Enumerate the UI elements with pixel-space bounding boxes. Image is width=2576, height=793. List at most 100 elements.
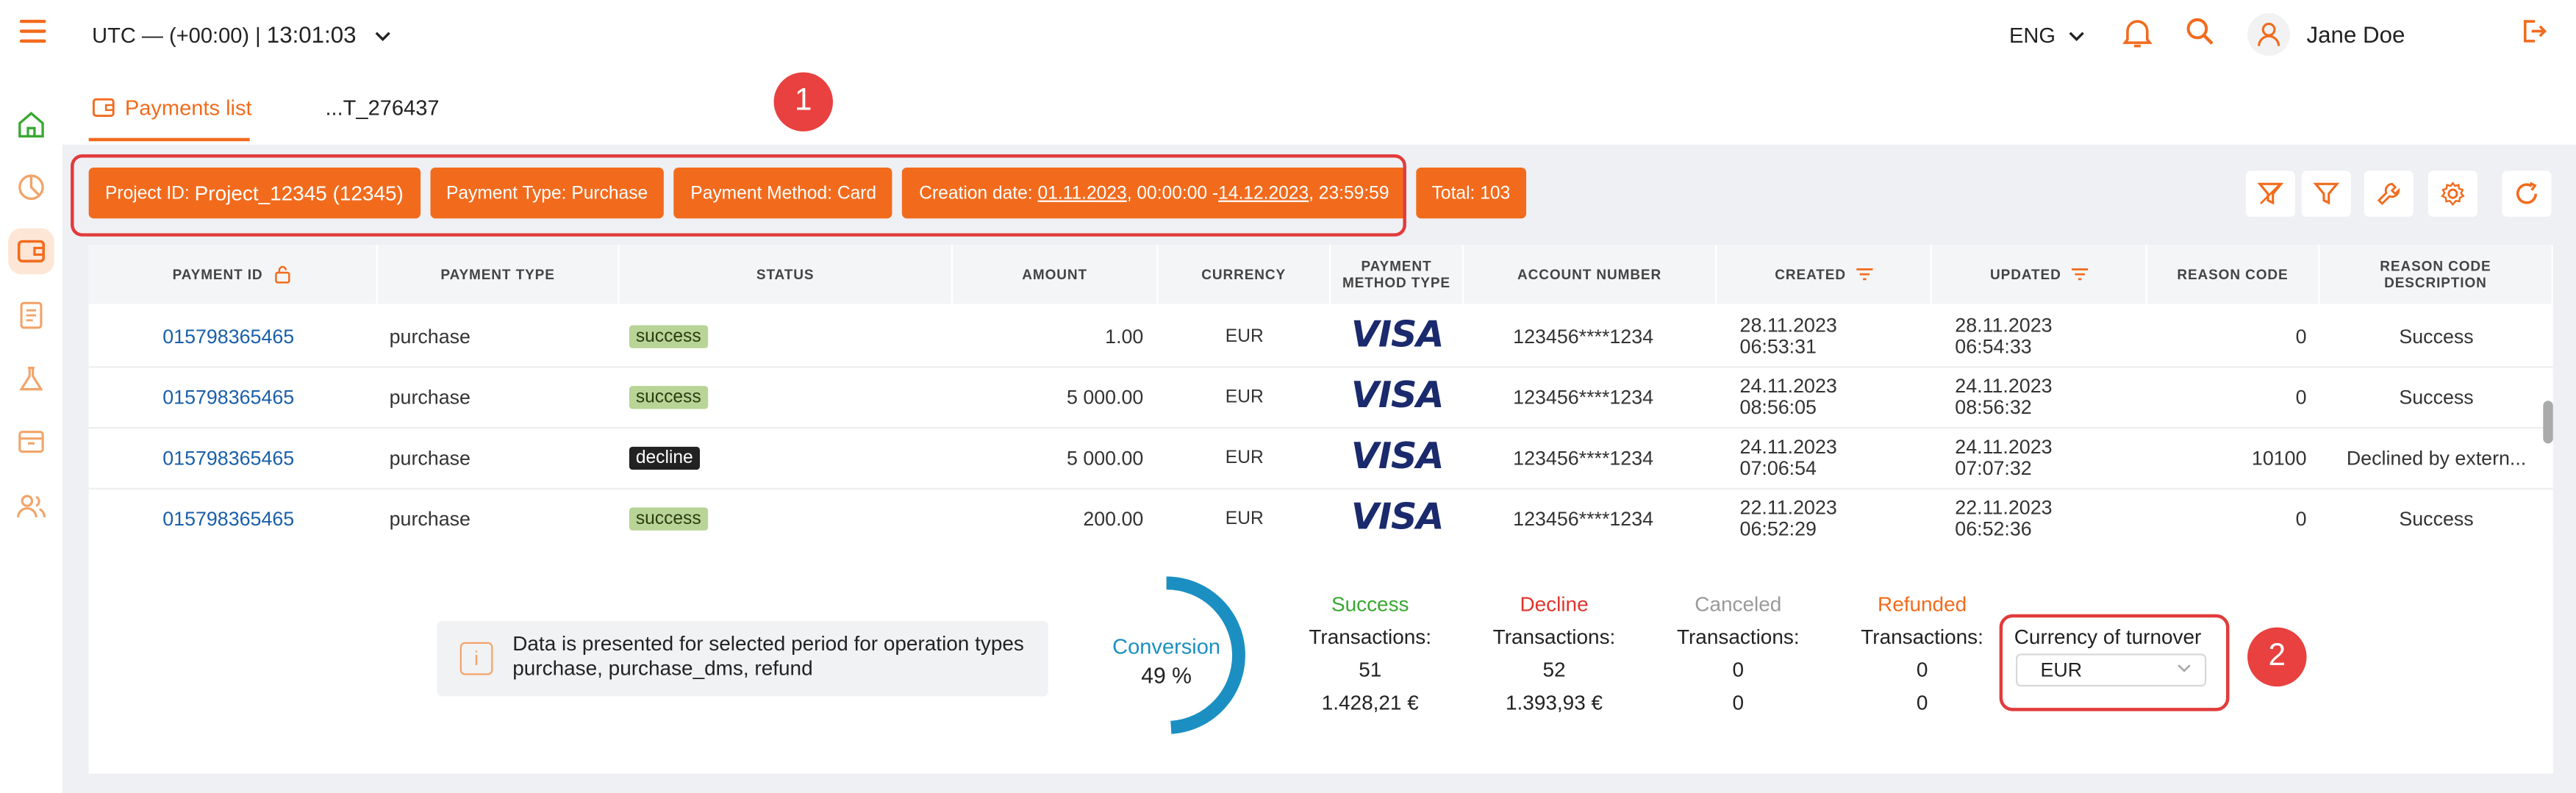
stat-amount: 0: [1732, 691, 1745, 715]
chip-key: Total:: [1431, 183, 1475, 203]
payment-id-link[interactable]: 015798365465: [162, 324, 294, 347]
stat-count: 52: [1542, 659, 1566, 682]
wallet-icon: [92, 98, 115, 117]
column-label: PAYMENT ID: [172, 266, 263, 283]
payment-id-link[interactable]: 015798365465: [162, 506, 294, 529]
tab-transaction[interactable]: ...T_276437: [325, 96, 439, 121]
total-chip: Total: 103: [1415, 167, 1527, 219]
gear-icon: [2441, 182, 2465, 207]
clock: 13:01:03: [266, 21, 357, 48]
language-label: ENG: [2009, 23, 2056, 48]
document-icon: [20, 301, 43, 329]
tab-payments-list[interactable]: Payments list: [92, 95, 252, 121]
lock-icon: [275, 265, 290, 284]
created-date: 22.11.2023: [1739, 495, 1837, 519]
chevron-down-icon: [376, 28, 392, 48]
column-header-payment-method-type[interactable]: PAYMENT METHOD TYPE: [1331, 244, 1464, 304]
filter-clear-icon: [2257, 182, 2284, 205]
sidebar-item-archive[interactable]: [8, 419, 54, 465]
created-time: 08:56:05: [1739, 395, 1817, 418]
updated-time: 07:07:32: [1955, 456, 2032, 479]
payment-id-link[interactable]: 015798365465: [162, 385, 294, 408]
stat-amount: 0: [1916, 691, 1928, 715]
refresh-button[interactable]: [2502, 171, 2552, 217]
status-badge: success: [629, 385, 708, 409]
active-tab-indicator: [88, 137, 250, 142]
stat-count: 51: [1359, 659, 1382, 682]
annotation-badge-2: 2: [2247, 627, 2307, 687]
pie-chart-icon: [18, 174, 44, 201]
tab-label: Payments list: [124, 95, 252, 121]
column-header-reason-code[interactable]: REASON CODE: [2147, 244, 2320, 304]
conversion-label: Conversion: [1112, 634, 1221, 659]
column-header-status[interactable]: STATUS: [619, 244, 954, 304]
top-bar: UTC — (+00:00) | 13:01:03 ENG Jane Doe: [0, 0, 2576, 66]
stat-count: 0: [1732, 659, 1745, 682]
column-header-account-number[interactable]: ACCOUNT NUMBER: [1464, 244, 1717, 304]
column-header-updated[interactable]: UPDATED: [1932, 244, 2147, 304]
reason-description: Success: [2399, 385, 2474, 409]
sidebar-item-users[interactable]: [8, 483, 54, 529]
tools-button[interactable]: [2364, 171, 2414, 217]
highlight-box-currency: [1999, 614, 2230, 711]
table-scrollbar[interactable]: [2543, 401, 2553, 444]
user-name: Jane Doe: [2306, 21, 2405, 48]
payment-type: purchase: [389, 445, 471, 470]
table-row[interactable]: 015798365465 purchase success 200.00 EUR VISA…: [89, 488, 2553, 544]
payment-type: purchase: [389, 324, 471, 348]
user-menu[interactable]: Jane Doe: [2247, 12, 2405, 56]
stat-label: Transactions:: [1676, 625, 1800, 649]
stat-amount: 1.393,93 €: [1505, 691, 1603, 715]
column-header-currency[interactable]: CURRENCY: [1158, 244, 1331, 304]
archive-icon: [18, 431, 44, 453]
column-header-reason-description[interactable]: REASON CODE DESCRIPTION: [2319, 244, 2553, 304]
sidebar-item-lab[interactable]: [8, 356, 54, 403]
amount: 5 000.00: [1066, 385, 1144, 409]
sidebar-item-analytics[interactable]: [8, 164, 54, 210]
column-header-payment-type[interactable]: PAYMENT TYPE: [378, 244, 620, 304]
reason-code: 0: [2295, 324, 2307, 348]
sidebar-item-payments[interactable]: [8, 228, 54, 275]
filter-button[interactable]: [2301, 171, 2351, 217]
timezone-selector[interactable]: UTC — (+00:00) | 13:01:03: [92, 21, 392, 48]
sidebar-item-home[interactable]: [8, 102, 54, 148]
created-time: 06:52:29: [1739, 516, 1817, 540]
language-selector[interactable]: ENG: [2009, 23, 2084, 48]
users-icon: [17, 495, 46, 518]
timezone-label: UTC — (+00:00) |: [92, 23, 261, 48]
updated-date: 28.11.2023: [1955, 312, 2053, 336]
bell-icon[interactable]: [2122, 16, 2153, 57]
column-label: UPDATED: [1990, 266, 2061, 283]
settings-button[interactable]: [2427, 171, 2477, 217]
stat-refunded: Refunded Transactions: 0 0: [1848, 593, 1996, 725]
chevron-down-icon: [2068, 23, 2084, 48]
currency: EUR: [1225, 447, 1264, 467]
created-date: 24.11.2023: [1739, 373, 1837, 397]
payment-id-link[interactable]: 015798365465: [162, 446, 294, 469]
reason-code: 0: [2295, 506, 2307, 530]
stat-title: Canceled: [1695, 592, 1782, 617]
account-number: 123456****1234: [1513, 445, 1654, 470]
table-row[interactable]: 015798365465 purchase decline 5 000.00 EUR VI…: [88, 427, 2553, 489]
chip-value: 103: [1480, 183, 1511, 203]
menu-icon[interactable]: [19, 19, 46, 43]
visa-logo: VISA: [1350, 437, 1444, 478]
table-row[interactable]: 015798365465 purchase success 5 000.00 EUR VI…: [88, 366, 2553, 429]
filter-icon: [2313, 182, 2340, 205]
reason-code: 0: [2295, 385, 2307, 409]
column-header-payment-id[interactable]: PAYMENT ID: [89, 244, 378, 304]
table-row[interactable]: 015798365465 purchase success 1.00 EUR VISA 12…: [88, 306, 2553, 368]
currency: EUR: [1225, 326, 1264, 346]
column-header-created[interactable]: CREATED: [1717, 244, 1933, 304]
search-icon[interactable]: [2185, 16, 2214, 54]
column-header-amount[interactable]: AMOUNT: [953, 244, 1159, 304]
annotation-badge-1: 1: [773, 72, 833, 132]
updated-date: 22.11.2023: [1955, 495, 2053, 519]
logout-icon[interactable]: [2520, 18, 2547, 53]
sort-icon: [2071, 268, 2088, 281]
amount: 1.00: [1105, 324, 1144, 348]
tab-bar: Payments list ...T_276437: [62, 65, 2576, 145]
payment-type: purchase: [389, 385, 471, 409]
clear-filter-button[interactable]: [2245, 171, 2295, 217]
sidebar-item-reports[interactable]: [8, 293, 54, 339]
